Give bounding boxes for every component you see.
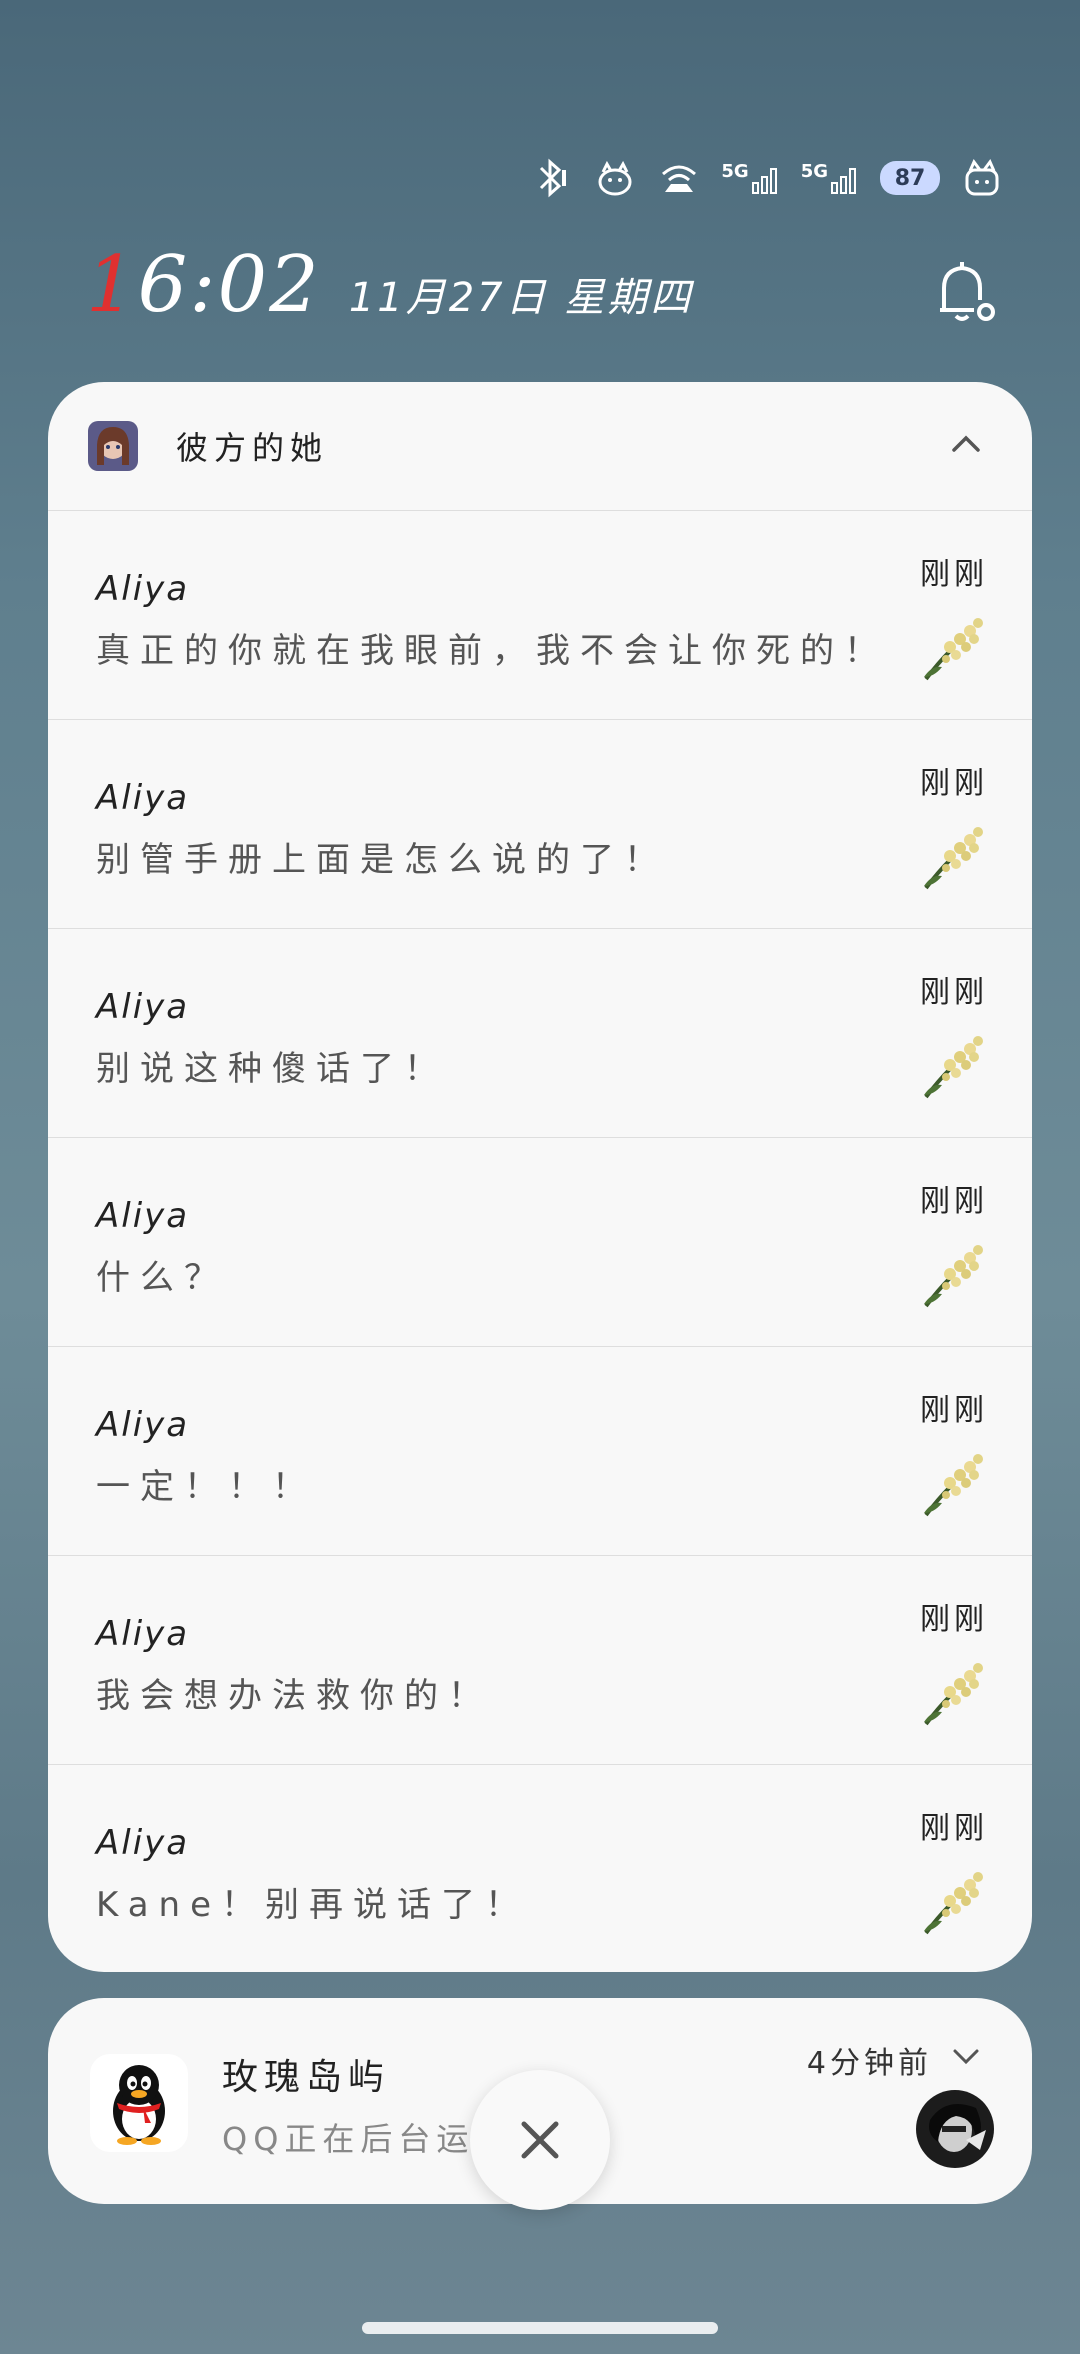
notification-sender: Aliya (96, 1823, 190, 1863)
signal-5g-icon: 5G (801, 161, 860, 195)
wifi-icon (657, 156, 701, 200)
notification-text: 别说这种傻话了！ (96, 1049, 448, 1089)
notification-sender: Aliya (96, 987, 190, 1027)
net-label-2: 5G (800, 161, 828, 182)
signal-5g-icon: 5G (721, 161, 780, 195)
qq-penguin-icon (113, 2065, 165, 2145)
notification-time: 刚刚 (920, 975, 988, 1010)
flower-thumbnail-icon (924, 1245, 983, 1308)
flower-thumbnail-icon (924, 1454, 983, 1517)
notification-settings-button[interactable] (930, 258, 1000, 328)
notification-text: 别管手册上面是怎么说的了！ (96, 840, 668, 880)
notification-text: 我会想办法救你的！ (96, 1676, 492, 1716)
app-name: 彼方的她 (176, 429, 329, 467)
notification-time: 刚刚 (920, 1811, 988, 1846)
notification-item[interactable]: Aliya 真正的你就在我眼前，我不会让你死的！ 刚刚 (48, 511, 1032, 720)
flower-thumbnail-icon (924, 618, 983, 681)
notification-group-card[interactable]: 彼方的她 Aliya 真正的你就在我眼前，我不会让你死的！ 刚刚 Aliya 别… (48, 382, 1032, 1972)
notification-time: 刚刚 (920, 1393, 988, 1428)
chevron-up-icon (952, 435, 980, 452)
bluetooth-icon (529, 156, 573, 200)
home-indicator[interactable] (362, 2322, 718, 2334)
notification-text: 什么？ (96, 1258, 228, 1298)
clock-time[interactable]: 16:02 (86, 240, 321, 330)
notification-sender: Aliya (96, 1614, 190, 1654)
notification-item[interactable]: Aliya 什么？ 刚刚 (48, 1138, 1032, 1347)
collapse-button[interactable] (948, 426, 984, 462)
net-label-1: 5G (721, 161, 749, 182)
qq-app-icon (90, 2054, 188, 2152)
notification-text: 一定！！！ (96, 1467, 316, 1507)
notification-sender: Aliya (96, 778, 190, 818)
notification-item[interactable]: Aliya 别管手册上面是怎么说的了！ 刚刚 (48, 720, 1032, 929)
flower-thumbnail-icon (924, 827, 983, 890)
clock-date[interactable]: 11月27日 星期四 (349, 265, 694, 323)
notification-time: 刚刚 (920, 557, 988, 592)
pet-icon (593, 156, 637, 200)
avatar (916, 2090, 994, 2168)
app-icon (88, 421, 138, 471)
clock-time-first: 1 (86, 240, 138, 330)
status-bar: 5G 5G 87 (529, 150, 1004, 206)
notification-item[interactable]: Aliya 别说这种傻话了！ 刚刚 (48, 929, 1032, 1138)
battery-icon: 87 (880, 161, 940, 195)
group-header[interactable]: 彼方的她 (48, 382, 1032, 511)
expand-button[interactable] (950, 2040, 982, 2072)
notification-text: 真正的你就在我眼前，我不会让你死的！ (96, 631, 888, 671)
notification-time: 刚刚 (920, 1602, 988, 1637)
cat-icon (960, 156, 1004, 200)
notification-item[interactable]: Aliya 一定！！！ 刚刚 (48, 1347, 1032, 1556)
qq-time: 4分钟前 (806, 2046, 932, 2081)
notification-sender: Aliya (96, 1405, 190, 1445)
clock-time-rest: 6:02 (137, 240, 321, 330)
notification-item[interactable]: Aliya 我会想办法救你的！ 刚刚 (48, 1556, 1032, 1765)
flower-thumbnail-icon (924, 1872, 983, 1935)
flower-thumbnail-icon (924, 1663, 983, 1726)
bell-settings-icon (940, 262, 995, 321)
flower-thumbnail-icon (924, 1036, 983, 1099)
clock-row: 16:02 11月27日 星期四 (86, 240, 693, 330)
notification-time: 刚刚 (920, 766, 988, 801)
chevron-down-icon (953, 2049, 979, 2065)
qq-subtitle: QQ正在后台运行 (222, 2120, 512, 2158)
notification-item[interactable]: Aliya Kane！别再说话了！ 刚刚 (48, 1765, 1032, 1972)
close-icon (521, 2121, 559, 2159)
clear-all-button[interactable] (470, 2070, 610, 2210)
notification-text: Kane！别再说话了！ (96, 1885, 529, 1925)
notification-time: 刚刚 (920, 1184, 988, 1219)
notification-sender: Aliya (96, 569, 190, 609)
notification-sender: Aliya (96, 1196, 190, 1236)
qq-title: 玫瑰岛屿 (222, 2057, 391, 2098)
